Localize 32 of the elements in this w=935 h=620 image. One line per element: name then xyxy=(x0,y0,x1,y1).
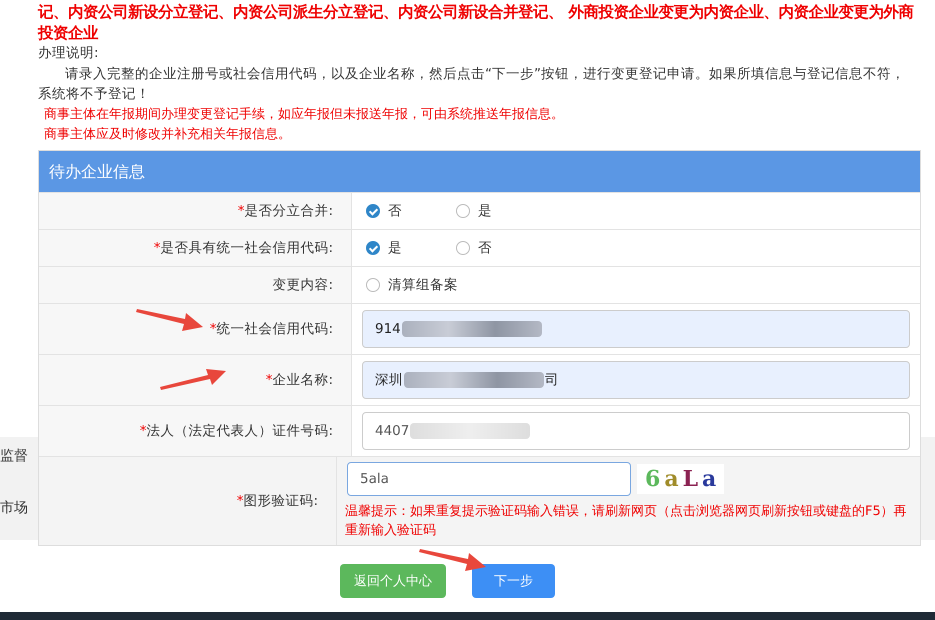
radio-option[interactable]: 是 xyxy=(456,202,542,220)
panel-header: 待办企业信息 xyxy=(39,150,920,192)
warning-text: 商事主体应及时修改并补充相关年报信息。 xyxy=(43,126,292,144)
radio-option[interactable]: 否 xyxy=(456,238,542,256)
checkbox-option[interactable]: 清算组备案 xyxy=(366,276,458,294)
input-field[interactable]: 914 xyxy=(362,310,910,348)
radio-option[interactable]: 是 xyxy=(366,238,452,256)
warning-text: 商事主体在年报期间办理变更登记手续，如应年报但未报送年报，可由系统推送年报信息。 xyxy=(43,106,565,124)
notice-text: 记、内资公司新设分立登记、内资公司派生分立登记、内资公司新设合并登记、 外商投资企业变更为内资企业、内资企业变更为外商投资企业 xyxy=(38,2,915,43)
radio-option[interactable]: 否 xyxy=(366,202,452,220)
field-label: 企业名称: xyxy=(272,370,333,388)
background-text: 市场 xyxy=(0,499,28,517)
field-label: 变更内容: xyxy=(272,276,333,294)
instructions-title: 办理说明: xyxy=(38,44,100,63)
field-label: 统一社会信用代码: xyxy=(216,320,333,338)
field-label: 是否具有统一社会信用代码: xyxy=(160,238,333,256)
field-label: 法人（法定代表人）证件号码: xyxy=(146,422,333,440)
input-field[interactable]: 5ala xyxy=(347,462,631,496)
required-mark: * xyxy=(236,492,244,508)
background-text: 监督 xyxy=(0,447,28,465)
input-field[interactable]: 深圳 司 xyxy=(362,360,910,398)
captcha-hint: 温馨提示：如果重复提示验证码输入错误，请刷新网页（点击浏览器网页刷新按钮或键盘的F5）再重新输入验证码 xyxy=(345,502,908,540)
required-mark: * xyxy=(154,240,160,256)
required-mark: * xyxy=(238,202,244,218)
required-mark: * xyxy=(210,320,216,336)
instructions-text: 请录入完整的企业注册号或社会信用代码，以及企业名称，然后点击“下一步”按钮，进行变更登记申请。如果所填信息与登记信息不符，系统将不予登记！ xyxy=(38,64,906,104)
required-mark: * xyxy=(266,372,272,388)
field-label: 是否分立合并: xyxy=(244,202,333,220)
required-mark: * xyxy=(140,422,146,438)
input-field[interactable]: 4407 xyxy=(362,412,910,450)
field-label: 图形验证码: xyxy=(243,492,318,510)
captcha-image[interactable]: 6 a L a xyxy=(637,464,724,494)
